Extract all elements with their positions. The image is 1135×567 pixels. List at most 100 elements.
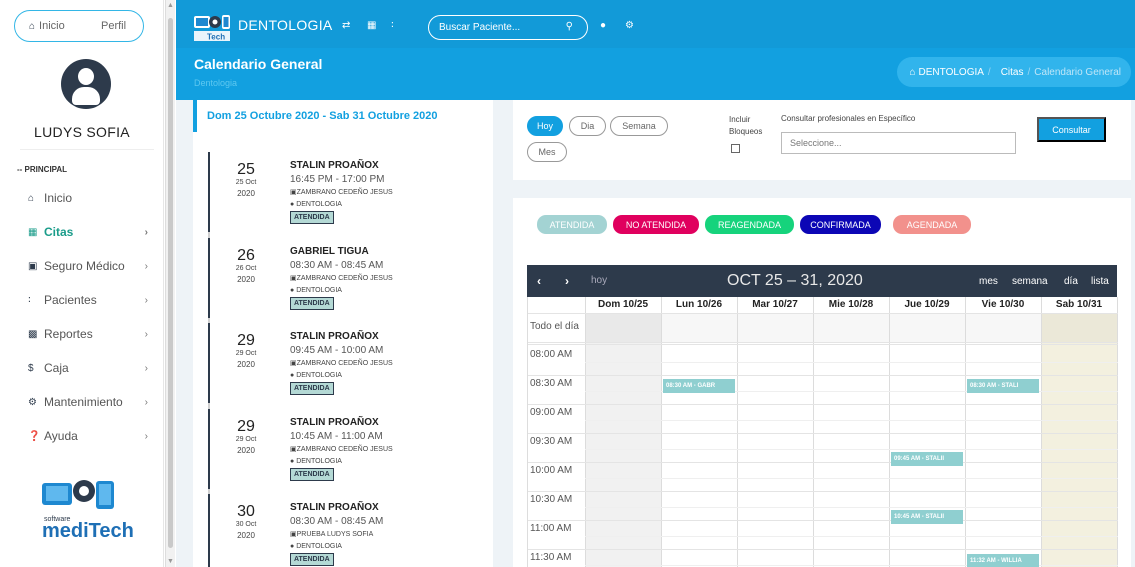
sidebar-scrollbar[interactable]: ▲ ▼ <box>165 0 175 567</box>
event-patient: GABRIEL TIGUA <box>290 246 369 257</box>
calendar-event[interactable]: 10:45 AM - STALII <box>891 509 963 524</box>
allday-label: Todo el día <box>530 321 579 332</box>
event-doctor: ▣ZAMBRANO CEDEÑO JESUS <box>290 359 393 367</box>
scrollbar-thumb[interactable] <box>168 18 173 548</box>
column-header: Vie 10/30 <box>981 299 1025 310</box>
doctor-icon: ▣ <box>290 531 297 538</box>
grid-hline-half <box>585 420 1118 421</box>
location-icon: ● <box>290 201 295 208</box>
event-day: 30 <box>237 503 255 520</box>
time-label: 08:00 AM <box>530 349 573 360</box>
calendar-panel: ATENDIDA NO ATENDIDA REAGENDADA CONFIRMADA A… <box>513 198 1131 567</box>
grid-vline <box>965 297 966 567</box>
sidebar-item-label: Caja <box>44 361 69 375</box>
event-doctor: ▣ZAMBRANO CEDEÑO JESUS <box>290 445 393 453</box>
legend-reagendada: REAGENDADA <box>705 215 794 234</box>
breadcrumb-item-citas[interactable]: Citas <box>1001 67 1024 78</box>
timeline-marker <box>208 238 210 318</box>
page-title: Calendario General <box>194 56 323 72</box>
brand-name[interactable]: DENTOLOGIA <box>238 17 333 33</box>
tab-inicio[interactable]: ⌂ Inicio <box>15 20 83 32</box>
event-month: 29 Oct <box>235 350 257 357</box>
calendar-event[interactable]: 08:30 AM - GABR <box>663 379 735 393</box>
gear-icon[interactable]: ⚙ <box>625 20 634 31</box>
view-week-button[interactable]: semana <box>1012 276 1048 287</box>
calendar-event[interactable]: 08:30 AM - STALI <box>967 379 1039 393</box>
users-icon[interactable]: ∶ <box>391 20 394 31</box>
event-date: 26 26 Oct 2020 <box>221 247 271 284</box>
breadcrumb-item-dentologia[interactable]: DENTOLOGIA <box>919 67 984 78</box>
user-icon[interactable]: ● <box>600 20 606 31</box>
week-calendar: ‹ › hoy OCT 25 – 31, 2020 mes semana día… <box>527 265 1118 567</box>
users-icon: ∶ <box>28 294 31 306</box>
grid-hline <box>528 462 1118 463</box>
breadcrumb-separator: / <box>987 66 991 78</box>
view-hoy-button[interactable]: Hoy <box>527 116 563 136</box>
breadcrumb: ⌂ DENTOLOGIA / Citas / Calendario Genera… <box>897 57 1131 87</box>
event-time: 08:30 AM - 08:45 AM <box>290 516 384 527</box>
agenda-event[interactable]: 29 29 Oct 2020 STALIN PROAÑOX 09:45 AM - 10:… <box>193 323 493 406</box>
sidebar-item-reportes[interactable]: ▩ Reportes › <box>28 325 158 343</box>
time-label: 08:30 AM <box>530 378 573 389</box>
event-place-name: DENTOLOGIA <box>296 458 342 465</box>
sidebar-item-seguro-medico[interactable]: ▣ Seguro Médico › <box>28 257 158 275</box>
view-day-button[interactable]: día <box>1064 276 1078 287</box>
sidebar-item-citas[interactable]: ▦ Citas › <box>28 223 158 241</box>
search-icon[interactable]: ⚲ <box>566 21 573 32</box>
event-year: 2020 <box>237 275 255 284</box>
status-badge: ATENDIDA <box>290 553 334 566</box>
time-label: 10:00 AM <box>530 465 573 476</box>
sidebar-item-mantenimiento[interactable]: ⚙ Mantenimiento › <box>28 393 158 411</box>
agenda-event[interactable]: 30 30 Oct 2020 STALIN PROAÑOX 08:30 AM - 08:… <box>193 494 493 567</box>
grid-vline <box>1117 297 1118 567</box>
doctor-icon: ▣ <box>290 446 297 453</box>
legend-agendada: AGENDADA <box>893 215 971 234</box>
today-button[interactable]: hoy <box>591 275 607 286</box>
avatar-head-shape <box>78 68 94 85</box>
view-dia-button[interactable]: Dia <box>569 116 606 136</box>
sidebar-item-ayuda[interactable]: ❓ Ayuda › <box>28 427 158 445</box>
agenda-event[interactable]: 25 25 Oct 2020 STALIN PROAÑOX 16:45 PM - 17:… <box>193 152 493 235</box>
timeline-marker <box>208 409 210 489</box>
sidebar-divider <box>20 149 154 150</box>
agenda-event[interactable]: 26 26 Oct 2020 GABRIEL TIGUA 08:30 AM - 08:4… <box>193 238 493 321</box>
next-week-icon[interactable]: › <box>565 274 569 288</box>
doctor-icon: ▣ <box>290 275 297 282</box>
scroll-down-icon[interactable]: ▼ <box>167 558 174 565</box>
view-month-button[interactable]: mes <box>979 276 998 287</box>
event-year: 2020 <box>237 446 255 455</box>
event-doctor-name: ZAMBRANO CEDEÑO JESUS <box>296 446 393 453</box>
agenda-event[interactable]: 29 29 Oct 2020 STALIN PROAÑOX 10:45 AM - 11:… <box>193 409 493 492</box>
scroll-up-icon[interactable]: ▲ <box>167 2 174 9</box>
status-badge: ATENDIDA <box>290 211 334 224</box>
brand-logo[interactable]: Tech <box>193 12 231 42</box>
chevron-right-icon: › <box>144 430 148 442</box>
meditech-logo: software mediTech <box>42 480 134 542</box>
event-date: 25 25 Oct 2020 <box>221 161 271 198</box>
calendar-event[interactable]: 11:32 AM - WILLIA <box>967 554 1039 567</box>
consult-button[interactable]: Consultar <box>1037 117 1106 142</box>
user-name: LUDYS SOFIA <box>34 124 130 140</box>
event-patient: STALIN PROAÑOX <box>290 331 379 342</box>
arrows-icon[interactable]: ⇄ <box>342 20 350 31</box>
view-semana-button[interactable]: Semana <box>610 116 668 136</box>
sidebar-item-caja[interactable]: $ Caja › <box>28 359 158 377</box>
event-place: ● DENTOLOGIA <box>290 372 342 379</box>
grid-hline <box>528 433 1118 434</box>
sidebar-item-inicio[interactable]: ⌂ Inicio <box>28 189 158 207</box>
home-icon: ⌂ <box>28 192 35 204</box>
sidebar-item-pacientes[interactable]: ∶ Pacientes › <box>28 291 158 309</box>
timeline-marker <box>208 494 210 567</box>
page-subtitle: Dentologia <box>194 78 238 88</box>
calendar-icon[interactable]: ▦ <box>367 20 376 31</box>
professional-select[interactable]: Seleccione... <box>781 132 1016 154</box>
calendar-event[interactable]: 09:45 AM - STALII <box>891 451 963 466</box>
column-header: Mie 10/28 <box>828 299 874 310</box>
prev-week-icon[interactable]: ‹ <box>537 274 541 288</box>
search-input[interactable]: Buscar Paciente... ⚲ <box>428 15 588 40</box>
event-place-name: DENTOLOGIA <box>296 287 342 294</box>
view-mes-button[interactable]: Mes <box>527 142 567 162</box>
view-list-button[interactable]: lista <box>1091 276 1109 287</box>
tab-perfil[interactable]: Perfil <box>83 20 126 32</box>
include-blocks-checkbox[interactable] <box>731 144 740 153</box>
